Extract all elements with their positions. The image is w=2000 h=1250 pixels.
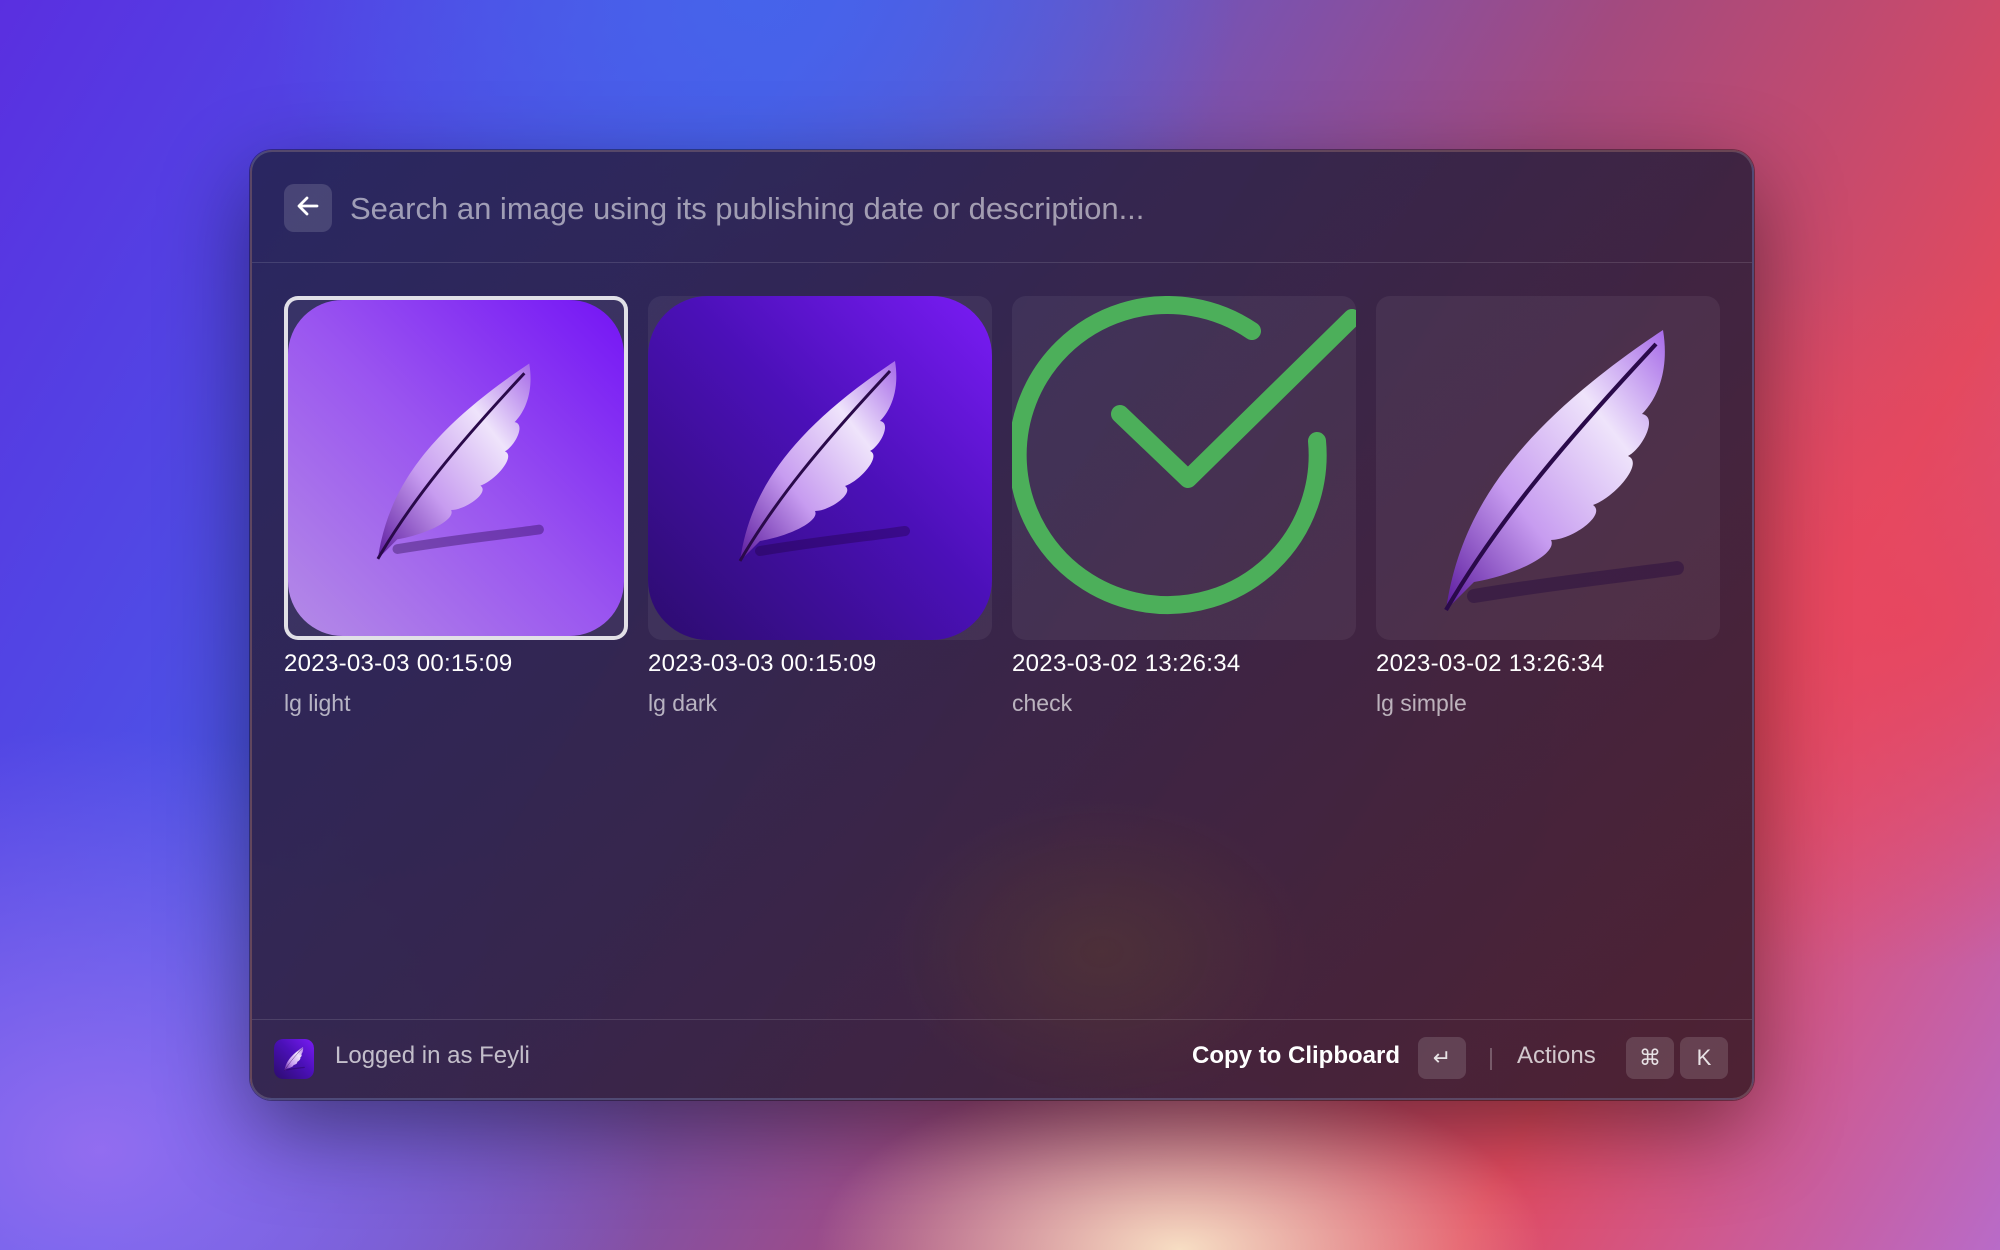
image-card-lg-simple[interactable]: 2023-03-02 13:26:34 lg simple bbox=[1376, 296, 1720, 717]
image-thumbnail[interactable] bbox=[648, 296, 992, 640]
command-key-icon: ⌘ bbox=[1639, 1045, 1661, 1070]
image-description: check bbox=[1012, 690, 1073, 716]
image-thumbnail[interactable] bbox=[1012, 296, 1356, 640]
image-grid: 2023-03-03 00:15:09 lg light 2023-03-03 … bbox=[284, 296, 1720, 717]
footer-divider bbox=[1490, 1048, 1492, 1070]
back-button[interactable] bbox=[284, 184, 332, 232]
actions-button[interactable]: Actions bbox=[1517, 1042, 1596, 1070]
image-date: 2023-03-02 13:26:34 bbox=[1376, 650, 1605, 677]
feather-light-icon bbox=[288, 300, 624, 636]
feather-simple-icon bbox=[1376, 296, 1720, 640]
image-thumbnail[interactable] bbox=[284, 296, 628, 640]
arrow-left-icon bbox=[295, 193, 321, 224]
image-date: 2023-03-03 00:15:09 bbox=[284, 650, 513, 677]
feather-dark-icon bbox=[648, 296, 992, 640]
search-input[interactable] bbox=[348, 180, 1722, 238]
image-description: lg simple bbox=[1376, 690, 1467, 716]
image-card-lg-light[interactable]: 2023-03-03 00:15:09 lg light bbox=[284, 296, 628, 717]
image-picker-window: 2023-03-03 00:15:09 lg light 2023-03-03 … bbox=[250, 150, 1754, 1100]
command-key-hint: ⌘ bbox=[1626, 1037, 1674, 1079]
image-date: 2023-03-03 00:15:09 bbox=[648, 650, 877, 677]
image-date: 2023-03-02 13:26:34 bbox=[1012, 650, 1241, 677]
k-key-label: K bbox=[1696, 1045, 1712, 1070]
check-circle-icon bbox=[1012, 296, 1356, 614]
search-bar bbox=[252, 152, 1752, 263]
enter-key-hint: ↵ bbox=[1418, 1037, 1466, 1079]
image-description: lg dark bbox=[648, 690, 718, 716]
copy-to-clipboard-button[interactable]: Copy to Clipboard bbox=[1192, 1042, 1400, 1070]
enter-key-icon: ↵ bbox=[1432, 1045, 1452, 1070]
image-thumbnail[interactable] bbox=[1376, 296, 1720, 640]
footer-bar: Logged in as Feyli Copy to Clipboard ↵ A… bbox=[252, 1019, 1752, 1098]
login-status: Logged in as Feyli bbox=[335, 1042, 530, 1069]
app-logo-icon bbox=[274, 1039, 314, 1079]
image-description: lg light bbox=[284, 690, 351, 716]
k-key-hint: K bbox=[1680, 1037, 1728, 1079]
image-card-check[interactable]: 2023-03-02 13:26:34 check bbox=[1012, 296, 1356, 717]
image-card-lg-dark[interactable]: 2023-03-03 00:15:09 lg dark bbox=[648, 296, 992, 717]
